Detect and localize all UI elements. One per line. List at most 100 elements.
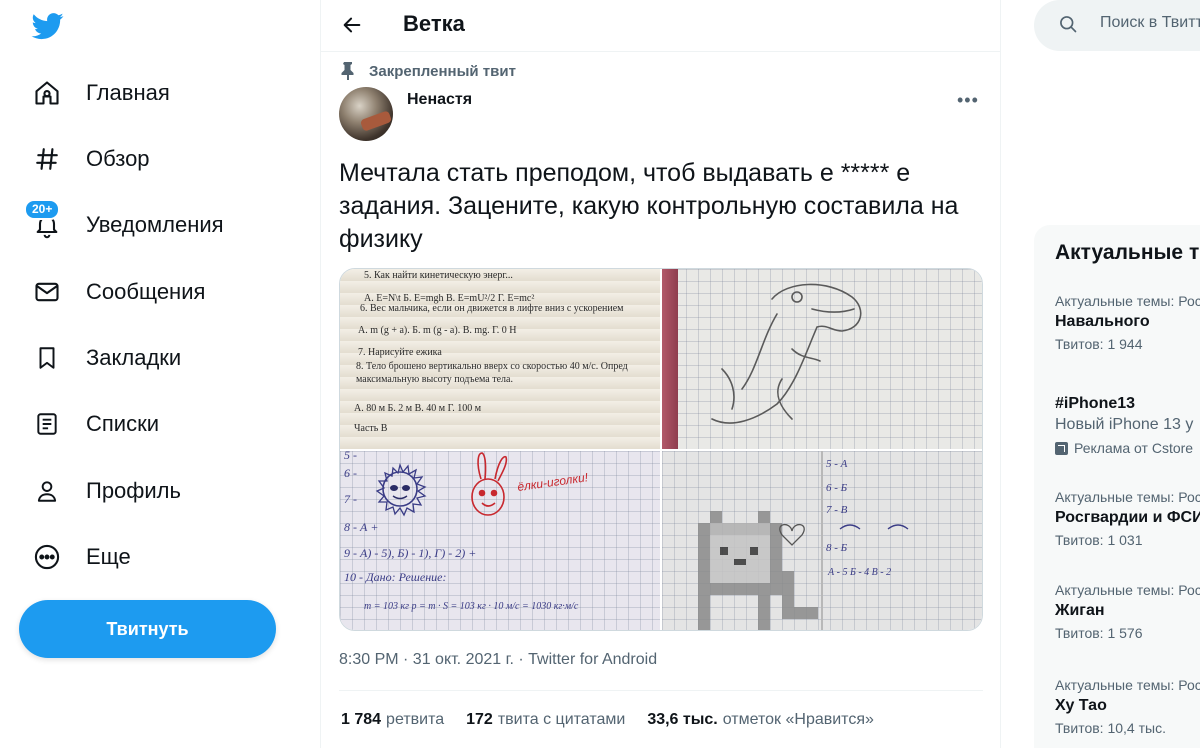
trend-subtitle: Новый iPhone 13 у xyxy=(1055,416,1194,433)
nav-messages[interactable]: Сообщения xyxy=(30,272,205,312)
more-options-icon[interactable]: ••• xyxy=(957,90,979,111)
tweet-text: Мечтала стать преподом, чтоб выдавать е … xyxy=(339,159,959,253)
retweets-stat[interactable]: 1 784 ретвита xyxy=(341,711,444,729)
answer-letter: 5 - А xyxy=(826,458,848,470)
notifications-badge: 20+ xyxy=(24,199,61,220)
pin-icon xyxy=(341,62,354,80)
divider xyxy=(339,690,983,691)
nav-profile[interactable]: Профиль xyxy=(30,471,181,511)
avatar[interactable] xyxy=(339,87,393,141)
nav-lists-label: Списки xyxy=(86,411,160,436)
tweet-photo-answers[interactable]: ёлки-иголки! 5 - 6 - 7 - 8 - А + 9 - А) … xyxy=(340,451,660,630)
likes-label: отметок «Нравится» xyxy=(722,711,874,728)
author-name[interactable]: Ненастя xyxy=(407,91,472,109)
sun-drawing xyxy=(375,462,427,517)
trend-count: Твитов: 1 031 xyxy=(1055,532,1143,548)
list-icon xyxy=(30,407,64,441)
nav-more[interactable]: Еще xyxy=(30,537,131,577)
nav-bookmarks[interactable]: Закладки xyxy=(30,338,181,378)
nav-explore-label: Обзор xyxy=(86,146,150,171)
main-column: Ветка Закрепленный твит Ненастя ••• Мечт… xyxy=(320,0,1001,748)
more-circle-icon xyxy=(30,540,64,574)
trend-name: #iPhone13 xyxy=(1055,395,1136,412)
left-sidebar: Главная Обзор 20+ Уведомления Сообщения … xyxy=(0,0,320,748)
test-line: максимальную высоту подъема тела. xyxy=(356,374,513,385)
answer-line: 6 - xyxy=(344,466,357,480)
trend-name: Росгвардии и ФСИН xyxy=(1055,509,1200,526)
nav-home[interactable]: Главная xyxy=(30,73,170,113)
person-icon xyxy=(30,474,64,508)
trend-category: Актуальные темы: Россия xyxy=(1055,489,1200,505)
heart-drawing xyxy=(779,524,805,546)
answer-line: 9 - А) - 5), Б) - 1), Г) - 2) + xyxy=(344,546,476,560)
pinned-indicator: Закрепленный твит xyxy=(341,62,516,80)
page-header: Ветка xyxy=(321,0,1000,52)
test-line: Часть В xyxy=(354,423,388,434)
trend-count: Твитов: 10,4 тыс. xyxy=(1055,720,1166,736)
trend-item[interactable]: Актуальные темы: Россия Навального Твито… xyxy=(1055,293,1200,352)
answer-line: 10 - Дано: Решение: xyxy=(344,570,446,584)
retweets-count: 1 784 xyxy=(341,711,382,728)
trend-name: Навального xyxy=(1055,313,1150,330)
search-icon xyxy=(1060,16,1077,33)
pixel-cat-drawing xyxy=(698,511,818,630)
promoted-text: Реклама от Cstore xyxy=(1074,440,1194,456)
bell-icon: 20+ xyxy=(24,199,64,242)
search-box[interactable]: Поиск в Твиттере xyxy=(1034,0,1200,51)
answer-letter: 6 - Б xyxy=(826,482,848,494)
tweet-button[interactable]: Твитнуть xyxy=(19,600,276,658)
nav-more-label: Еще xyxy=(86,544,131,569)
bookmark-icon xyxy=(30,341,64,375)
mail-icon xyxy=(30,275,64,309)
nav-explore[interactable]: Обзор xyxy=(30,139,150,179)
search-input[interactable]: Поиск в Твиттере xyxy=(1100,14,1200,32)
answer-line: 7 - xyxy=(344,492,357,506)
nav-home-label: Главная xyxy=(86,80,170,105)
tweet-stats: 1 784 ретвита 172 твита с цитатами 33,6 ты… xyxy=(341,711,896,729)
answer-letter: 7 - В xyxy=(826,504,848,516)
likes-stat[interactable]: 33,6 тыс. отметок «Нравится» xyxy=(647,711,874,729)
trend-count: Твитов: 1 944 xyxy=(1055,336,1143,352)
trend-item[interactable]: Актуальные темы: Россия Жиган Твитов: 1 … xyxy=(1055,582,1200,641)
trend-category: Актуальные темы: Россия xyxy=(1055,582,1200,598)
answer-letter: А - 5 Б - 4 В - 2 xyxy=(827,567,891,578)
trend-name: Жиган xyxy=(1055,602,1105,619)
nav-lists[interactable]: Списки xyxy=(30,404,159,444)
twitter-logo-icon[interactable] xyxy=(30,10,66,42)
nav-bookmarks-label: Закладки xyxy=(86,345,182,370)
page-title: Ветка xyxy=(403,11,465,36)
test-line: 8. Тело брошено вертикально вверх со ско… xyxy=(356,361,628,372)
retweets-label: ретвита xyxy=(386,711,445,728)
back-arrow-icon[interactable] xyxy=(337,10,367,40)
quotes-count: 172 xyxy=(466,711,493,728)
tweet-photo-pixel-cat[interactable]: 5 - А 6 - Б 7 - В 8 - Б А - 5 Б - 4 В - … xyxy=(662,451,982,630)
test-line: А. 80 м Б. 2 м В. 40 м Г. 100 м xyxy=(354,403,482,414)
answer-line: 5 - xyxy=(344,451,357,462)
bunny-drawing xyxy=(471,452,508,516)
nav-notifications-label: Уведомления xyxy=(86,212,224,237)
answer-line: m = 103 кг p = m · S = 103 кг · 10 м/с =… xyxy=(364,601,579,612)
trend-item[interactable]: Актуальные темы: Россия Росгвардии и ФСИ… xyxy=(1055,489,1200,548)
likes-count: 33,6 тыс. xyxy=(647,711,718,728)
answer-letter: 8 - Б xyxy=(826,542,848,554)
quotes-stat[interactable]: 172 твита с цитатами xyxy=(466,711,625,729)
tweet-timestamp[interactable]: 8:30 PM · 31 окт. 2021 г. · Twitter for … xyxy=(339,651,657,669)
nav-profile-label: Профиль xyxy=(86,478,181,503)
trend-category: Актуальные темы: Россия xyxy=(1055,677,1200,693)
trend-item[interactable]: Актуальные темы: Россия Ху Тао Твитов: 1… xyxy=(1055,677,1200,736)
test-line: 7. Нарисуйте ежика xyxy=(358,347,442,358)
tweet-photo-test[interactable]: 5. Как найти кинетическую энерг... А. E=… xyxy=(340,269,660,449)
trends-panel: Актуальные темы Актуальные темы: Россия … xyxy=(1034,225,1200,748)
test-line: 6. Вес мальчика, если он движется в лифт… xyxy=(360,303,624,314)
tweet-photo-dinosaur[interactable] xyxy=(662,269,982,449)
promoted-label: Реклама от Cstore xyxy=(1055,440,1200,456)
trend-item-promoted[interactable]: #iPhone13 Новый iPhone 13 у Реклама от C… xyxy=(1055,391,1200,456)
trends-title: Актуальные темы xyxy=(1055,241,1200,264)
pinned-label: Закрепленный твит xyxy=(369,62,516,80)
nav-notifications[interactable]: 20+ Уведомления xyxy=(24,199,224,245)
tweet-media-grid: 5. Как найти кинетическую энерг... А. E=… xyxy=(339,268,983,631)
answer-line: 8 - А + xyxy=(344,520,378,534)
drawing-caption: ёлки-иголки! xyxy=(516,470,589,494)
trend-category: Актуальные темы: Россия xyxy=(1055,293,1200,309)
trend-name: Ху Тао xyxy=(1055,697,1107,714)
